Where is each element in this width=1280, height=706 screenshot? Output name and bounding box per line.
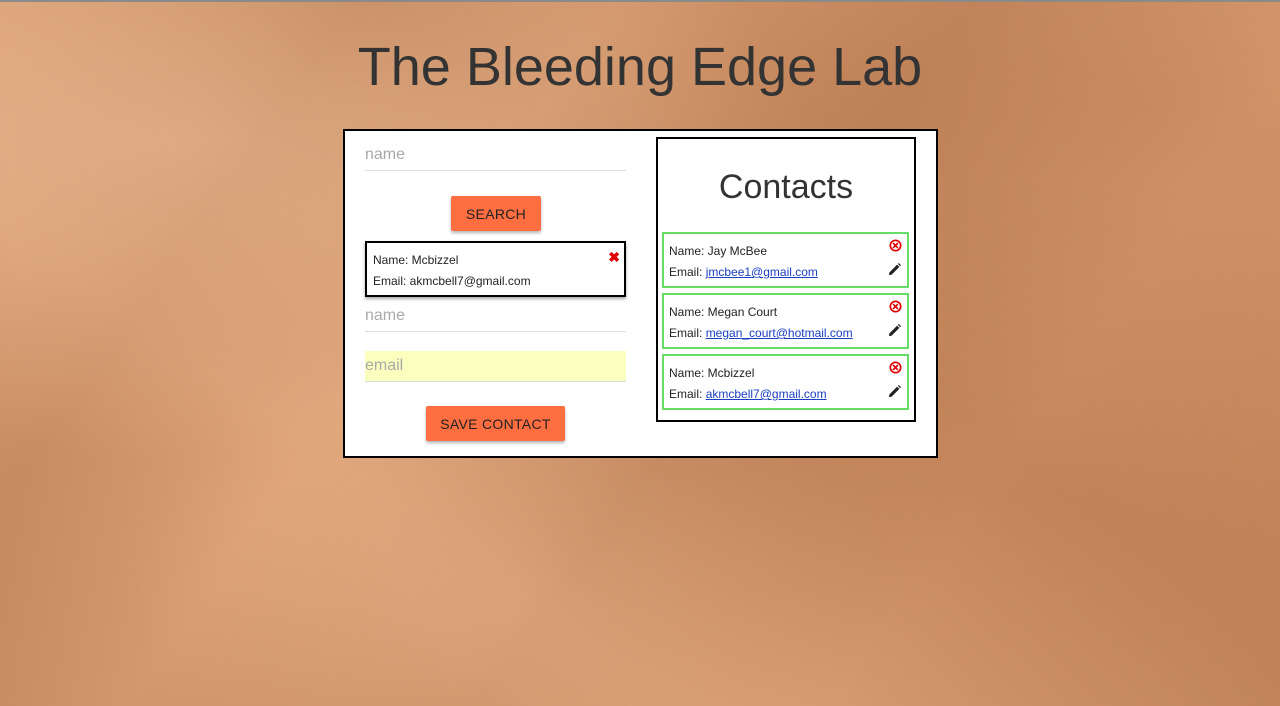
contact-name: Name: Mcbizzel — [669, 366, 755, 380]
contact-email-link[interactable]: akmcbell7@gmail.com — [706, 387, 827, 401]
contact-email-line: Email: akmcbell7@gmail.com — [669, 387, 827, 401]
pencil-icon[interactable] — [887, 384, 902, 399]
pencil-icon[interactable] — [887, 323, 902, 338]
top-rule — [0, 0, 1280, 2]
save-contact-button[interactable]: SAVE CONTACT — [426, 406, 565, 441]
search-result-card: Name: Mcbizzel Email: akmcbell7@gmail.co… — [365, 241, 626, 297]
red-x-icon[interactable]: ✖ — [608, 250, 620, 264]
contact-card: Name: Jay McBee Email: jmcbee1@gmail.com — [662, 232, 909, 288]
email-input[interactable] — [365, 351, 626, 382]
contacts-title: Contacts — [718, 168, 854, 206]
circle-x-icon[interactable] — [889, 239, 902, 252]
contacts-panel: Contacts Name: Jay McBee Email: jmcbee1@… — [656, 137, 916, 422]
contact-name: Name: Megan Court — [669, 305, 778, 319]
contact-email-label: Email: — [669, 326, 706, 340]
search-name-input[interactable] — [365, 140, 626, 171]
name-input[interactable] — [365, 301, 626, 332]
contact-email-line: Email: jmcbee1@gmail.com — [669, 265, 818, 279]
contact-email-link[interactable]: megan_court@hotmail.com — [706, 326, 853, 340]
circle-x-icon[interactable] — [889, 361, 902, 374]
contact-email-line: Email: megan_court@hotmail.com — [669, 326, 853, 340]
contact-card: Name: Megan Court Email: megan_court@hot… — [662, 293, 909, 349]
search-button[interactable]: SEARCH — [451, 196, 541, 231]
contact-card: Name: Mcbizzel Email: akmcbell7@gmail.co… — [662, 354, 909, 410]
app-card: SEARCH Name: Mcbizzel Email: akmcbell7@g… — [343, 129, 938, 458]
contact-email-label: Email: — [669, 387, 706, 401]
pencil-icon[interactable] — [887, 262, 902, 277]
circle-x-icon[interactable] — [889, 300, 902, 313]
contact-email-link[interactable]: jmcbee1@gmail.com — [706, 265, 818, 279]
contact-email-label: Email: — [669, 265, 706, 279]
search-result-email: Email: akmcbell7@gmail.com — [373, 274, 531, 288]
page-title: The Bleeding Edge Lab — [357, 37, 923, 97]
contact-name: Name: Jay McBee — [669, 244, 768, 258]
contact-form: SEARCH Name: Mcbizzel Email: akmcbell7@g… — [365, 131, 626, 456]
search-result-name: Name: Mcbizzel — [373, 253, 459, 267]
